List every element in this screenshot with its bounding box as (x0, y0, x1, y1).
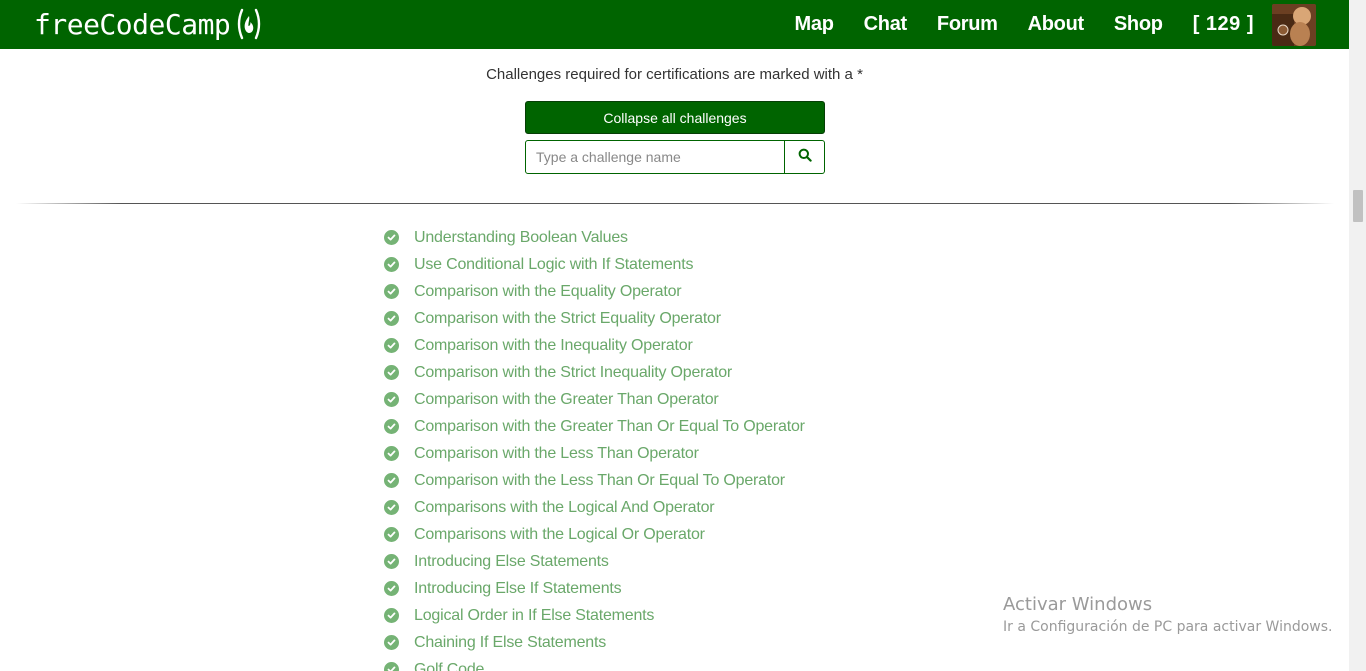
watermark-title: Activar Windows (1003, 594, 1153, 615)
certification-note: Challenges required for certifications a… (486, 66, 863, 83)
challenge-item[interactable]: Comparison with the Strict Equality Oper… (384, 305, 805, 332)
collapse-all-button[interactable]: Collapse all challenges (525, 101, 825, 134)
challenge-label[interactable]: Comparisons with the Logical And Operato… (414, 499, 715, 517)
challenge-item[interactable]: Comparison with the Inequality Operator (384, 332, 805, 359)
flame-icon (234, 7, 264, 41)
nav-link-about[interactable]: About (1028, 13, 1085, 36)
check-circle-icon (384, 473, 399, 488)
check-circle-icon (384, 581, 399, 596)
challenge-item[interactable]: Comparison with the Equality Operator (384, 278, 805, 305)
challenge-label[interactable]: Comparison with the Less Than Operator (414, 445, 699, 463)
challenge-label[interactable]: Comparison with the Strict Equality Oper… (414, 310, 721, 328)
challenge-label[interactable]: Golf Code (414, 661, 484, 671)
points-counter[interactable]: [ 129 ] (1193, 13, 1254, 36)
challenge-label[interactable]: Logical Order in If Else Statements (414, 607, 654, 625)
challenge-label[interactable]: Use Conditional Logic with If Statements (414, 256, 693, 274)
windows-activation-watermark: Activar Windows Ir a Configuración de PC… (1003, 594, 1333, 635)
scrollbar-thumb[interactable] (1353, 190, 1363, 222)
challenge-item[interactable]: Comparison with the Less Than Operator (384, 440, 805, 467)
challenge-label[interactable]: Comparison with the Greater Than Operato… (414, 391, 719, 409)
challenge-label[interactable]: Comparison with the Strict Inequality Op… (414, 364, 732, 382)
check-circle-icon (384, 527, 399, 542)
search-icon (798, 148, 812, 167)
challenge-label[interactable]: Comparison with the Inequality Operator (414, 337, 693, 355)
challenge-item[interactable]: Use Conditional Logic with If Statements (384, 251, 805, 278)
section-divider (16, 203, 1334, 204)
check-circle-icon (384, 662, 399, 671)
nav-links: Map Chat Forum About Shop [ 129 ] (795, 0, 1349, 49)
challenge-search-input[interactable] (525, 140, 785, 174)
challenge-list: Understanding Boolean Values Use Conditio… (384, 229, 805, 671)
nav-link-chat[interactable]: Chat (864, 13, 908, 36)
check-circle-icon (384, 311, 399, 326)
challenge-item[interactable]: Comparison with the Strict Inequality Op… (384, 359, 805, 386)
check-circle-icon (384, 230, 399, 245)
challenge-item[interactable]: Understanding Boolean Values (384, 229, 805, 251)
freecodecamp-logo[interactable]: freeCodeCamp (34, 4, 264, 44)
check-circle-icon (384, 608, 399, 623)
challenge-label[interactable]: Introducing Else If Statements (414, 580, 622, 598)
user-avatar[interactable] (1272, 3, 1316, 46)
challenge-item[interactable]: Comparison with the Less Than Or Equal T… (384, 467, 805, 494)
check-circle-icon (384, 284, 399, 299)
logo-text: freeCodeCamp (34, 7, 231, 41)
challenge-label[interactable]: Comparison with the Equality Operator (414, 283, 682, 301)
challenge-label[interactable]: Comparisons with the Logical Or Operator (414, 526, 705, 544)
challenge-search (525, 140, 825, 174)
challenge-item[interactable]: Comparisons with the Logical And Operato… (384, 494, 805, 521)
challenge-item[interactable]: Chaining If Else Statements (384, 629, 805, 656)
challenge-label[interactable]: Comparison with the Less Than Or Equal T… (414, 472, 785, 490)
nav-link-shop[interactable]: Shop (1114, 13, 1163, 36)
challenge-label[interactable]: Understanding Boolean Values (414, 229, 628, 247)
challenge-item[interactable]: Comparison with the Greater Than Or Equa… (384, 413, 805, 440)
nav-link-map[interactable]: Map (795, 13, 834, 36)
check-circle-icon (384, 365, 399, 380)
challenge-label[interactable]: Introducing Else Statements (414, 553, 609, 571)
check-circle-icon (384, 500, 399, 515)
navbar: freeCodeCamp Map Chat Forum About Shop [… (0, 0, 1349, 49)
challenge-label[interactable]: Chaining If Else Statements (414, 634, 606, 652)
watermark-subtitle: Ir a Configuración de PC para activar Wi… (1003, 619, 1333, 635)
check-circle-icon (384, 257, 399, 272)
check-circle-icon (384, 338, 399, 353)
check-circle-icon (384, 392, 399, 407)
challenge-label[interactable]: Comparison with the Greater Than Or Equa… (414, 418, 805, 436)
check-circle-icon (384, 446, 399, 461)
challenge-item[interactable]: Logical Order in If Else Statements (384, 602, 805, 629)
check-circle-icon (384, 635, 399, 650)
search-button[interactable] (785, 140, 825, 174)
challenge-item[interactable]: Comparison with the Greater Than Operato… (384, 386, 805, 413)
check-circle-icon (384, 419, 399, 434)
nav-link-forum[interactable]: Forum (937, 13, 998, 36)
page-scrollbar[interactable] (1349, 0, 1366, 671)
challenge-item[interactable]: Golf Code (384, 656, 805, 671)
challenge-item[interactable]: Introducing Else If Statements (384, 575, 805, 602)
check-circle-icon (384, 554, 399, 569)
challenge-item[interactable]: Comparisons with the Logical Or Operator (384, 521, 805, 548)
challenge-item[interactable]: Introducing Else Statements (384, 548, 805, 575)
